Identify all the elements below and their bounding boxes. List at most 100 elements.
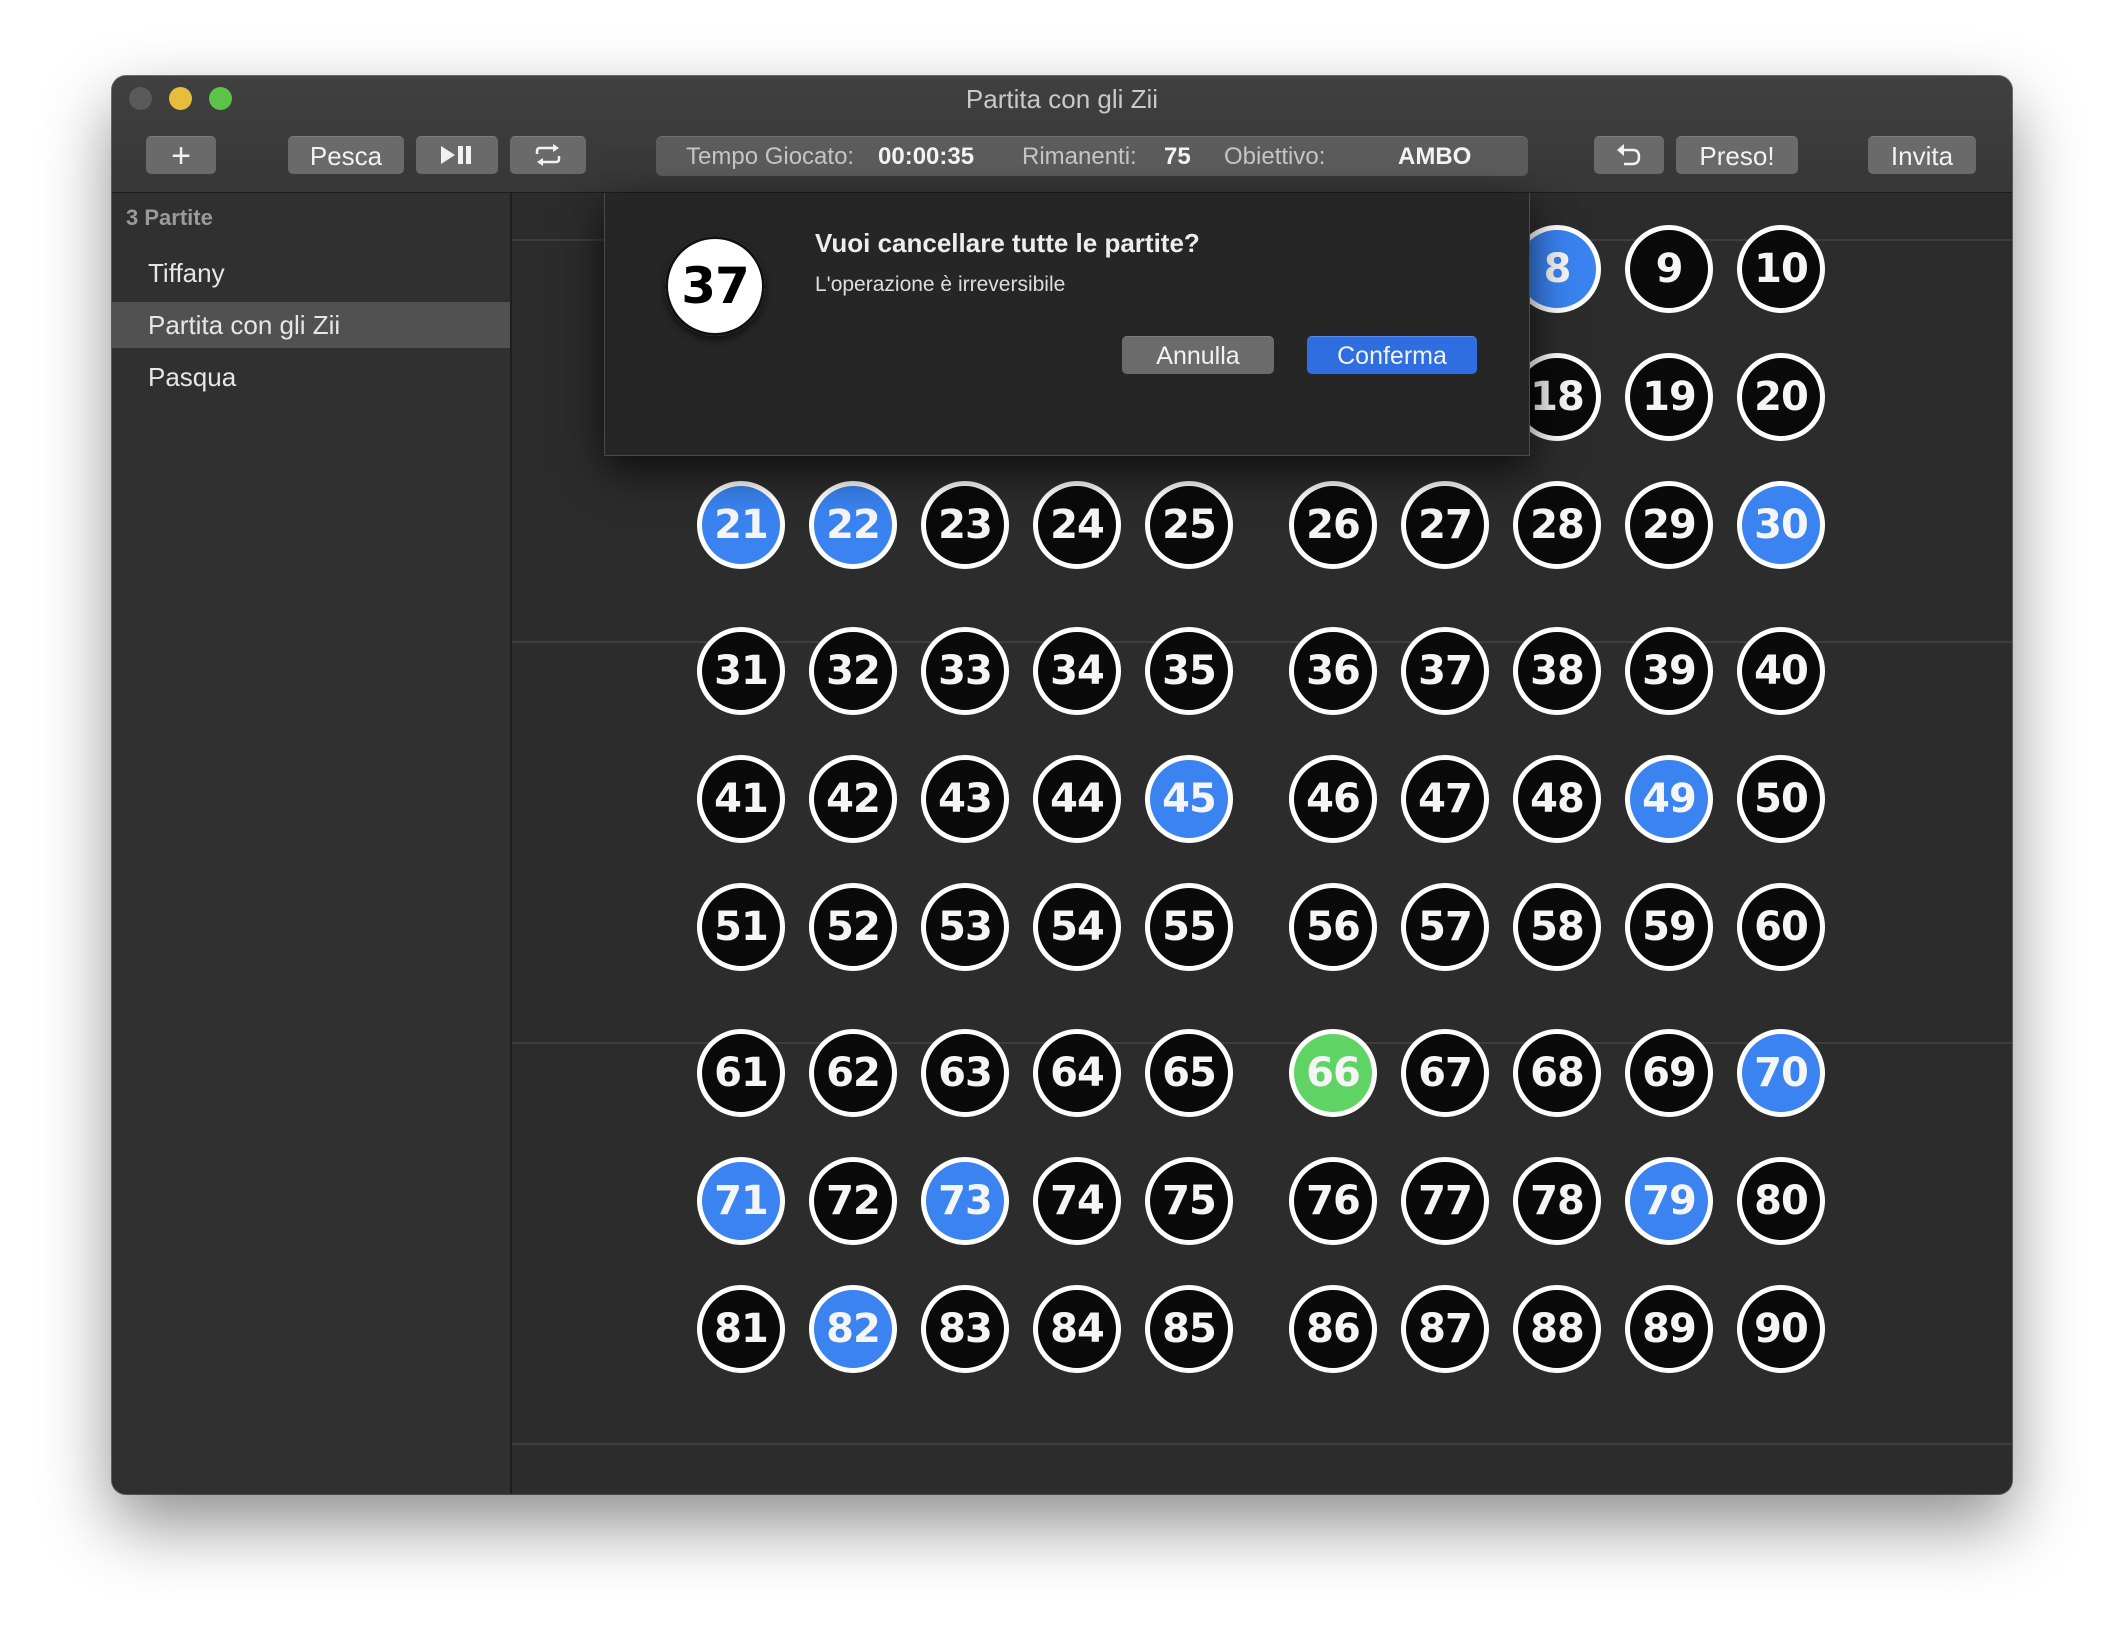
number-ball[interactable]: 72	[809, 1157, 897, 1245]
dialog-ball-icon: 37	[665, 236, 765, 336]
number-ball[interactable]: 58	[1513, 883, 1601, 971]
number-ball[interactable]: 63	[921, 1029, 1009, 1117]
add-game-button[interactable]: +	[146, 136, 216, 175]
obiettivo-value: AMBO	[1398, 143, 1472, 170]
tempo-value: 00:00:35	[878, 143, 975, 170]
toolbar: Partita con gli Zii + Pesca Tempo Giocat…	[112, 76, 2012, 193]
number-ball[interactable]: 48	[1513, 755, 1601, 843]
number-ball[interactable]: 10	[1737, 225, 1825, 313]
number-ball[interactable]: 32	[809, 627, 897, 715]
number-ball[interactable]: 37	[1401, 627, 1489, 715]
number-ball[interactable]: 41	[697, 755, 785, 843]
number-ball[interactable]: 57	[1401, 883, 1489, 971]
number-ball[interactable]: 84	[1033, 1285, 1121, 1373]
number-ball[interactable]: 62	[809, 1029, 897, 1117]
cancel-button[interactable]: Annulla	[1122, 336, 1274, 374]
number-ball[interactable]: 89	[1625, 1285, 1713, 1373]
board-divider	[512, 1443, 2012, 1445]
sidebar-header: 3 Partite	[126, 205, 213, 230]
number-ball[interactable]: 70	[1737, 1029, 1825, 1117]
number-ball[interactable]: 46	[1289, 755, 1377, 843]
number-ball[interactable]: 51	[697, 883, 785, 971]
number-ball[interactable]: 69	[1625, 1029, 1713, 1117]
number-ball[interactable]: 54	[1033, 883, 1121, 971]
number-ball[interactable]: 74	[1033, 1157, 1121, 1245]
number-ball[interactable]: 40	[1737, 627, 1825, 715]
number-ball[interactable]: 59	[1625, 883, 1713, 971]
sidebar-item-tiffany[interactable]: Tiffany	[112, 250, 510, 296]
sidebar-item-partita-con-gli-zii[interactable]: Partita con gli Zii	[112, 302, 510, 348]
number-ball[interactable]: 27	[1401, 481, 1489, 569]
number-ball[interactable]: 53	[921, 883, 1009, 971]
number-ball[interactable]: 49	[1625, 755, 1713, 843]
number-ball[interactable]: 61	[697, 1029, 785, 1117]
number-ball[interactable]: 77	[1401, 1157, 1489, 1245]
number-ball[interactable]: 47	[1401, 755, 1489, 843]
number-ball[interactable]: 88	[1513, 1285, 1601, 1373]
preso-button[interactable]: Preso!	[1676, 136, 1798, 174]
pesca-button[interactable]: Pesca	[288, 136, 404, 174]
number-ball[interactable]: 56	[1289, 883, 1377, 971]
number-ball[interactable]: 9	[1625, 225, 1713, 313]
number-ball[interactable]: 75	[1145, 1157, 1233, 1245]
number-ball[interactable]: 66	[1289, 1029, 1377, 1117]
number-ball[interactable]: 39	[1625, 627, 1713, 715]
number-ball[interactable]: 44	[1033, 755, 1121, 843]
number-ball[interactable]: 87	[1401, 1285, 1489, 1373]
app-window: Partita con gli Zii + Pesca Tempo Giocat…	[112, 76, 2012, 1494]
undo-button[interactable]	[1594, 136, 1664, 174]
number-ball[interactable]: 86	[1289, 1285, 1377, 1373]
number-ball[interactable]: 30	[1737, 481, 1825, 569]
dialog-message: L'operazione è irreversibile	[815, 273, 1066, 296]
number-ball[interactable]: 85	[1145, 1285, 1233, 1373]
number-ball[interactable]: 64	[1033, 1029, 1121, 1117]
number-ball[interactable]: 80	[1737, 1157, 1825, 1245]
number-ball[interactable]: 20	[1737, 353, 1825, 441]
number-ball[interactable]: 71	[697, 1157, 785, 1245]
number-ball[interactable]: 55	[1145, 883, 1233, 971]
number-ball[interactable]: 29	[1625, 481, 1713, 569]
number-ball[interactable]: 81	[697, 1285, 785, 1373]
number-ball[interactable]: 22	[809, 481, 897, 569]
repeat-button[interactable]	[510, 136, 586, 174]
number-ball[interactable]: 23	[921, 481, 1009, 569]
number-ball[interactable]: 52	[809, 883, 897, 971]
number-ball[interactable]: 33	[921, 627, 1009, 715]
number-ball[interactable]: 83	[921, 1285, 1009, 1373]
undo-icon	[1617, 144, 1641, 166]
number-ball[interactable]: 65	[1145, 1029, 1233, 1117]
number-ball[interactable]: 68	[1513, 1029, 1601, 1117]
number-ball[interactable]: 31	[697, 627, 785, 715]
play-pause-button[interactable]	[416, 136, 498, 174]
number-ball[interactable]: 67	[1401, 1029, 1489, 1117]
number-ball[interactable]: 45	[1145, 755, 1233, 843]
number-ball[interactable]: 35	[1145, 627, 1233, 715]
number-ball[interactable]: 60	[1737, 883, 1825, 971]
confirm-button[interactable]: Conferma	[1307, 336, 1477, 374]
number-ball[interactable]: 50	[1737, 755, 1825, 843]
number-ball[interactable]: 90	[1737, 1285, 1825, 1373]
dialog-title: Vuoi cancellare tutte le partite?	[815, 228, 1200, 258]
number-ball[interactable]: 38	[1513, 627, 1601, 715]
number-ball[interactable]: 19	[1625, 353, 1713, 441]
number-ball[interactable]: 73	[921, 1157, 1009, 1245]
window-title: Partita con gli Zii	[965, 84, 1159, 114]
number-ball[interactable]: 26	[1289, 481, 1377, 569]
number-ball[interactable]: 24	[1033, 481, 1121, 569]
sidebar-item-pasqua[interactable]: Pasqua	[112, 354, 510, 400]
invita-button[interactable]: Invita	[1868, 136, 1976, 174]
number-ball[interactable]: 28	[1513, 481, 1601, 569]
number-ball[interactable]: 21	[697, 481, 785, 569]
number-ball[interactable]: 82	[809, 1285, 897, 1373]
number-ball[interactable]: 43	[921, 755, 1009, 843]
number-ball[interactable]: 78	[1513, 1157, 1601, 1245]
sidebar: 3 Partite Tiffany Partita con gli Zii Pa…	[112, 193, 512, 1494]
obiettivo-label: Obiettivo:	[1224, 143, 1326, 170]
number-ball[interactable]: 76	[1289, 1157, 1377, 1245]
number-ball[interactable]: 36	[1289, 627, 1377, 715]
number-ball[interactable]: 25	[1145, 481, 1233, 569]
number-ball[interactable]: 42	[809, 755, 897, 843]
number-ball[interactable]: 79	[1625, 1157, 1713, 1245]
number-ball[interactable]: 34	[1033, 627, 1121, 715]
repeat-icon	[535, 144, 561, 166]
